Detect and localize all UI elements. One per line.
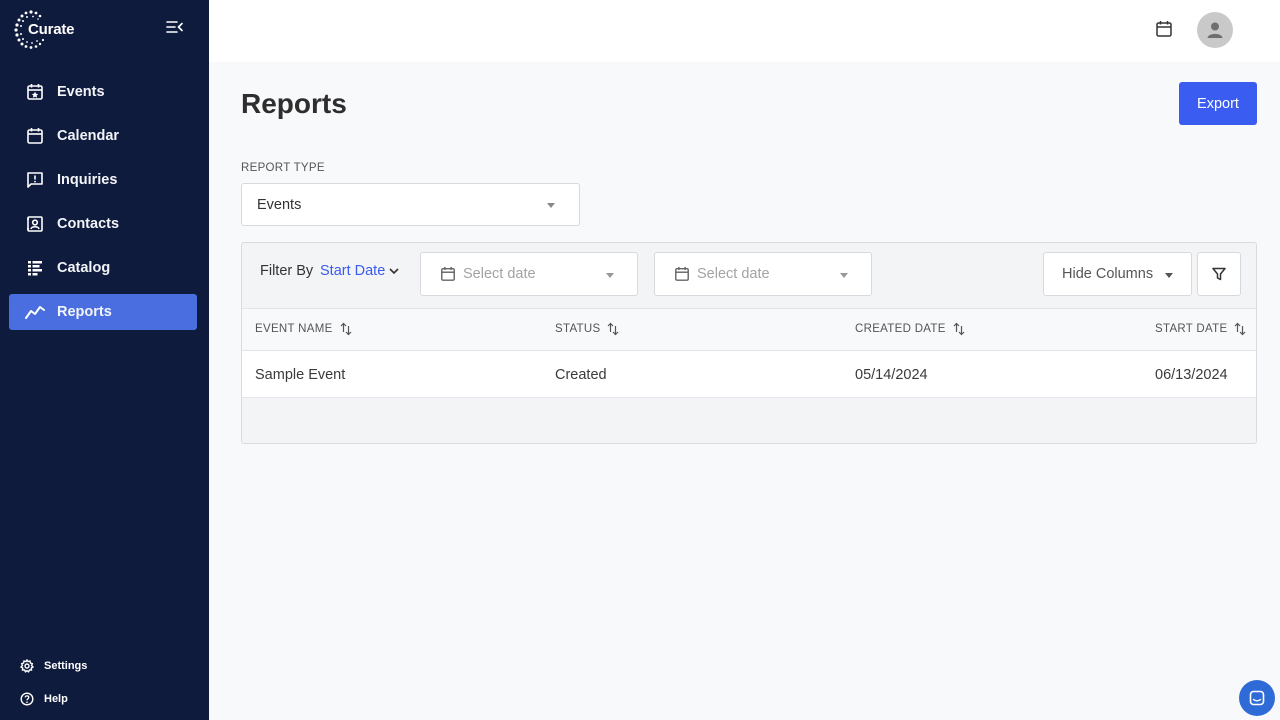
sidebar-item-label: Catalog [57, 260, 110, 276]
page-title: Reports [241, 88, 347, 120]
caret-down-icon [606, 273, 614, 278]
sidebar-item-calendar[interactable]: Calendar [9, 118, 197, 154]
chevron-down-icon [389, 267, 399, 275]
sidebar-item-label: Reports [57, 304, 112, 320]
column-header-label: EVENT NAME [255, 323, 333, 335]
calendar-icon [440, 266, 456, 282]
hide-columns-label: Hide Columns [1062, 266, 1153, 282]
user-icon [1205, 20, 1225, 40]
filter-button[interactable] [1197, 252, 1241, 296]
sidebar-item-reports[interactable]: Reports [9, 294, 197, 330]
table-header: EVENT NAME STATUS CREATED DATE START DAT… [242, 308, 1256, 351]
sidebar-item-label: Settings [44, 660, 87, 672]
end-date-input[interactable] [697, 264, 837, 284]
sort-icon [1234, 322, 1246, 336]
contact-card-icon [25, 214, 45, 234]
start-date-input[interactable] [463, 264, 603, 284]
calendar-star-icon [25, 82, 45, 102]
cell-created-date: 05/14/2024 [855, 367, 928, 383]
sidebar-item-label: Calendar [57, 128, 119, 144]
column-header-status[interactable]: STATUS [555, 322, 619, 336]
report-table: EVENT NAME STATUS CREATED DATE START DAT… [242, 308, 1256, 398]
cell-status: Created [555, 367, 607, 383]
column-header-created-date[interactable]: CREATED DATE [855, 322, 965, 336]
sidebar-item-label: Inquiries [57, 172, 117, 188]
sidebar: Curate Events Calendar Inquiries [0, 0, 209, 720]
sidebar-item-contacts[interactable]: Contacts [9, 206, 197, 242]
filter-field-dropdown[interactable]: Start Date [320, 263, 399, 279]
calendar-icon [25, 126, 45, 146]
start-date-picker[interactable] [420, 252, 638, 296]
sidebar-item-label: Contacts [57, 216, 119, 232]
sort-icon [953, 322, 965, 336]
sidebar-bottom-nav: Settings Help [20, 656, 87, 720]
caret-down-icon [840, 273, 848, 278]
filter-by-label: Filter By [260, 263, 313, 279]
top-bar [209, 0, 1280, 62]
sort-icon [340, 322, 352, 336]
export-button[interactable]: Export [1179, 82, 1257, 125]
report-panel: Filter By Start Date Hide Columns EVENT … [241, 242, 1257, 444]
end-date-picker[interactable] [654, 252, 872, 296]
sidebar-nav: Events Calendar Inquiries Contacts Catal… [9, 74, 197, 338]
hide-columns-button[interactable]: Hide Columns [1043, 252, 1192, 296]
sidebar-item-settings[interactable]: Settings [20, 656, 87, 676]
filter-field-value: Start Date [320, 263, 385, 279]
avatar[interactable] [1197, 12, 1233, 48]
column-header-label: STATUS [555, 323, 600, 335]
curate-logo[interactable]: Curate [13, 9, 49, 49]
cell-start-date: 06/13/2024 [1155, 367, 1228, 383]
sidebar-item-help[interactable]: Help [20, 689, 87, 709]
report-type-value: Events [257, 197, 301, 213]
table-row[interactable]: Sample Event Created 05/14/2024 06/13/20… [242, 351, 1256, 398]
cell-event-name: Sample Event [255, 367, 345, 383]
column-header-start-date[interactable]: START DATE [1155, 322, 1246, 336]
message-alert-icon [25, 170, 45, 190]
caret-down-icon [547, 203, 555, 208]
sidebar-item-events[interactable]: Events [9, 74, 197, 110]
caret-down-icon [1165, 273, 1173, 278]
chat-widget-button[interactable] [1239, 680, 1275, 716]
logo-text: Curate [28, 21, 74, 38]
calendar-icon [1155, 20, 1173, 38]
sort-icon [607, 322, 619, 336]
calendar-shortcut-button[interactable] [1155, 20, 1175, 40]
collapse-sidebar-button[interactable] [164, 18, 184, 36]
chat-icon [1248, 689, 1266, 707]
report-type-label: REPORT TYPE [241, 162, 325, 174]
sidebar-item-label: Help [44, 693, 68, 705]
column-header-event-name[interactable]: EVENT NAME [255, 322, 352, 336]
gear-icon [20, 659, 34, 673]
report-type-select[interactable]: Events [241, 183, 580, 226]
list-icon [25, 258, 45, 278]
sidebar-item-label: Events [57, 84, 105, 100]
calendar-icon [674, 266, 690, 282]
sidebar-item-inquiries[interactable]: Inquiries [9, 162, 197, 198]
column-header-label: START DATE [1155, 323, 1227, 335]
help-icon [20, 692, 34, 706]
sidebar-item-catalog[interactable]: Catalog [9, 250, 197, 286]
trend-chart-icon [25, 302, 45, 322]
menu-collapse-icon [164, 18, 184, 36]
filter-funnel-icon [1211, 266, 1227, 282]
column-header-label: CREATED DATE [855, 323, 946, 335]
